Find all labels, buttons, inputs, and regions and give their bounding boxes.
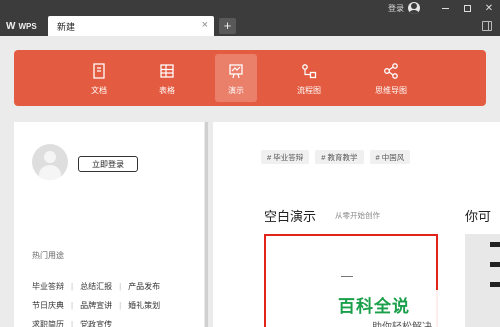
hot-use-link[interactable]: 婚礼策划: [128, 300, 160, 311]
hot-use-link[interactable]: 毕业答辩: [32, 281, 64, 292]
hot-use-link[interactable]: 求职简历: [32, 319, 64, 327]
tag-list: # 毕业答辩 # 教育教学 # 中国风: [261, 150, 411, 164]
hot-use-link[interactable]: 品牌宣讲: [80, 300, 112, 311]
flowchart-icon: [302, 64, 317, 79]
minimize-icon[interactable]: [434, 0, 456, 16]
thumbnail-mark: [490, 242, 500, 247]
hot-use-link[interactable]: 节日庆典: [32, 300, 64, 311]
presentation-icon: [229, 64, 243, 79]
hot-use-link[interactable]: 产品发布: [128, 281, 160, 292]
watermark-subtitle: 助你轻松解决: [372, 318, 432, 327]
separator: |: [119, 301, 122, 310]
tag-chip[interactable]: # 毕业答辩: [261, 150, 310, 164]
blank-presentation-title: 空白演示: [264, 209, 317, 224]
nav-document[interactable]: 文档: [78, 54, 120, 102]
account-panel: 立即登录 热门用途 毕业答辩 | 总结汇报 | 产品发布 节日庆典 | 品牌宣讲 | 婚…: [14, 122, 204, 327]
template-thumbnail[interactable]: [465, 234, 500, 327]
login-button[interactable]: 立即登录: [78, 156, 138, 172]
wps-logo-icon: W: [6, 20, 16, 32]
separator: |: [71, 282, 74, 291]
panel-scrollbar[interactable]: [205, 122, 208, 327]
top-login-link[interactable]: 登录: [388, 3, 404, 14]
hot-uses-grid: 毕业答辩 | 总结汇报 | 产品发布 节日庆典 | 品牌宣讲 | 婚礼策划 求职简历 | …: [32, 277, 160, 327]
app-logo[interactable]: W WPS: [6, 16, 37, 36]
user-icon[interactable]: [408, 2, 420, 14]
workspace: 文档 表格 演示 流程图 思维导图 立即登录 热门用途 毕业答辩 | 总结汇报 …: [0, 36, 500, 327]
app-name: WPS: [18, 21, 37, 31]
avatar-head: [44, 151, 56, 163]
category-banner: 文档 表格 演示 流程图 思维导图: [14, 50, 486, 106]
plus-icon: [341, 276, 353, 277]
watermark: 百科全说 助你轻松解决: [330, 290, 465, 327]
mindmap-icon: [384, 63, 398, 79]
nav-presentation[interactable]: 演示: [215, 54, 257, 102]
nav-label: 文档: [91, 86, 107, 95]
nav-label: 演示: [228, 86, 244, 95]
thumbnail-mark: [490, 282, 500, 287]
nav-table[interactable]: 表格: [146, 54, 188, 102]
table-icon: [160, 64, 174, 78]
hot-uses-row: 求职简历 | 党政宣传: [32, 315, 160, 327]
blank-presentation-subtitle: 从零开始创作: [335, 211, 380, 220]
avatar[interactable]: [32, 144, 68, 180]
separator: |: [71, 301, 74, 310]
tag-chip[interactable]: # 中国风: [369, 150, 411, 164]
thumbnail-mark: [490, 262, 500, 267]
section-title-partial: 你可: [465, 209, 492, 224]
tab-label: 新建: [57, 21, 76, 32]
hot-use-link[interactable]: 党政宣传: [80, 319, 112, 327]
window-controls: 登录 ✕: [388, 0, 500, 16]
hot-use-link[interactable]: 总结汇报: [80, 281, 112, 292]
tab-close-icon[interactable]: ×: [202, 19, 208, 31]
add-tab-button[interactable]: +: [219, 18, 236, 34]
document-icon: [93, 63, 105, 79]
hot-uses-row: 节日庆典 | 品牌宣讲 | 婚礼策划: [32, 296, 160, 315]
close-window-icon[interactable]: ✕: [478, 0, 500, 16]
hot-uses-title: 热门用途: [32, 251, 64, 260]
nav-flowchart[interactable]: 流程图: [288, 54, 330, 102]
title-bar: 登录 ✕ W WPS 新建 × +: [0, 0, 500, 36]
maximize-icon[interactable]: [456, 0, 478, 16]
avatar-body: [39, 165, 61, 180]
tag-chip[interactable]: # 教育教学: [315, 150, 364, 164]
sidebar-toggle-icon[interactable]: [482, 21, 492, 31]
watermark-title: 百科全说: [338, 297, 410, 316]
hot-uses-row: 毕业答辩 | 总结汇报 | 产品发布: [32, 277, 160, 296]
tab-new[interactable]: 新建 ×: [48, 16, 214, 36]
nav-mindmap[interactable]: 思维导图: [370, 54, 412, 102]
nav-label: 流程图: [297, 86, 321, 95]
nav-label: 思维导图: [375, 86, 407, 95]
separator: |: [119, 282, 122, 291]
separator: |: [71, 320, 74, 327]
nav-label: 表格: [159, 86, 175, 95]
